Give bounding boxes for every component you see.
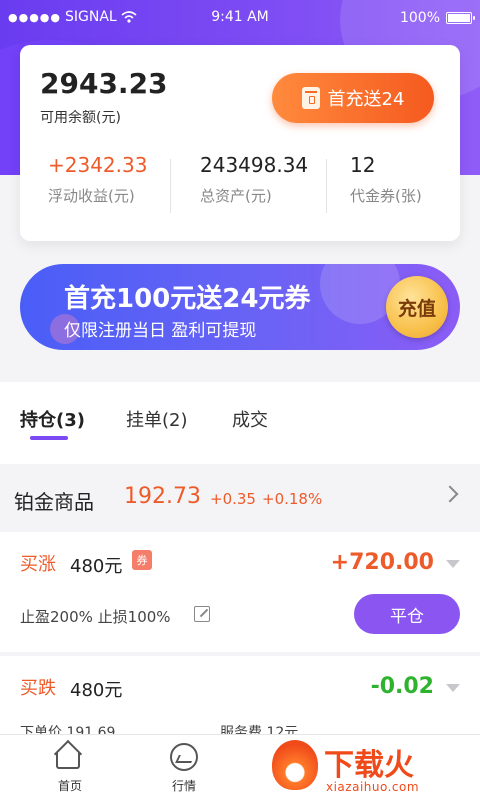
banner-title: 首充100元送24元券 bbox=[64, 284, 311, 314]
status-bar: ●●●●● SIGNAL 9:41 AM 100% bbox=[0, 0, 480, 36]
stat-value: 12 bbox=[350, 153, 376, 177]
order-profit: +720.00 bbox=[330, 550, 434, 575]
flame-logo-icon bbox=[272, 740, 318, 790]
tab-trades[interactable]: 成交 bbox=[232, 406, 268, 432]
tabbar-market[interactable]: 行情 bbox=[154, 743, 214, 794]
floating-profit-stat: +2342.33 浮动收益(元) bbox=[20, 153, 170, 223]
market-chart-icon bbox=[170, 743, 198, 771]
account-card: 2943.23 可用余额(元) 首充送24 +2342.33 浮动收益(元) 2… bbox=[20, 45, 460, 241]
available-balance: 2943.23 bbox=[40, 67, 168, 100]
expand-triangle-icon[interactable] bbox=[446, 560, 460, 568]
position-tabs: 持仓(3) 挂单(2) 成交 bbox=[0, 382, 480, 464]
close-position-button[interactable]: 平仓 bbox=[354, 594, 460, 634]
battery-percent: 100% bbox=[399, 10, 440, 26]
position-item[interactable]: 买跌 480元 -0.02 下单价 191.69 服务费 12元 bbox=[0, 656, 480, 746]
tabbar-home[interactable]: 首页 bbox=[40, 739, 100, 794]
stat-label: 总资产(元) bbox=[200, 187, 272, 205]
product-change-percent: +0.18% bbox=[262, 490, 323, 508]
watermark-text: 下载火 bbox=[324, 748, 414, 783]
product-price: 192.73 bbox=[124, 484, 201, 509]
battery-icon bbox=[446, 12, 475, 24]
stop-settings: 止盈200% 止损100% bbox=[20, 608, 171, 626]
stat-label: 代金券(张) bbox=[350, 187, 422, 205]
promo-button-label: 首充送24 bbox=[327, 89, 405, 110]
edit-icon[interactable] bbox=[194, 606, 210, 622]
tab-positions[interactable]: 持仓(3) bbox=[20, 406, 85, 432]
account-stats: +2342.33 浮动收益(元) 243498.34 总资产(元) 12 代金券… bbox=[20, 153, 460, 223]
position-item[interactable]: 买涨 480元 券 +720.00 止盈200% 止损100% 平仓 bbox=[0, 532, 480, 652]
product-name: 铂金商品 bbox=[14, 490, 94, 514]
product-change: +0.35 bbox=[210, 490, 256, 508]
battery-indicator: 100% bbox=[399, 10, 475, 26]
first-deposit-promo-button[interactable]: 首充送24 bbox=[272, 73, 434, 123]
order-amount: 480元 bbox=[70, 556, 123, 577]
red-envelope-icon bbox=[301, 87, 320, 109]
total-assets-stat: 243498.34 总资产(元) bbox=[170, 153, 326, 223]
available-balance-label: 可用余额(元) bbox=[40, 110, 121, 126]
stat-label: 浮动收益(元) bbox=[48, 187, 135, 205]
tabbar-label: 行情 bbox=[171, 779, 196, 793]
expand-triangle-icon[interactable] bbox=[446, 684, 460, 692]
order-profit: -0.02 bbox=[370, 674, 434, 699]
stat-value: 243498.34 bbox=[200, 153, 309, 177]
watermark-logo: 下载火 xiazaihuo.com bbox=[270, 740, 470, 796]
tab-pending-orders[interactable]: 挂单(2) bbox=[126, 406, 188, 432]
product-header[interactable]: 铂金商品 192.73 +0.35 +0.18% bbox=[0, 464, 480, 532]
active-tab-indicator bbox=[30, 436, 68, 440]
chevron-right-icon bbox=[441, 485, 459, 503]
deposit-promo-banner[interactable]: 首充100元送24元券 仅限注册当日 盈利可提现 充值 bbox=[20, 264, 460, 350]
coupon-badge: 券 bbox=[132, 550, 152, 570]
order-direction: 买涨 bbox=[20, 554, 56, 575]
banner-subtitle: 仅限注册当日 盈利可提现 bbox=[64, 321, 257, 341]
order-amount: 480元 bbox=[70, 680, 123, 701]
tabbar-label: 首页 bbox=[57, 779, 82, 793]
watermark-url: xiazaihuo.com bbox=[326, 780, 420, 794]
order-direction: 买跌 bbox=[20, 678, 56, 699]
vouchers-stat[interactable]: 12 代金券(张) bbox=[326, 153, 460, 223]
stat-value: +2342.33 bbox=[48, 153, 148, 177]
home-icon bbox=[53, 739, 84, 771]
recharge-button[interactable]: 充值 bbox=[386, 276, 448, 338]
